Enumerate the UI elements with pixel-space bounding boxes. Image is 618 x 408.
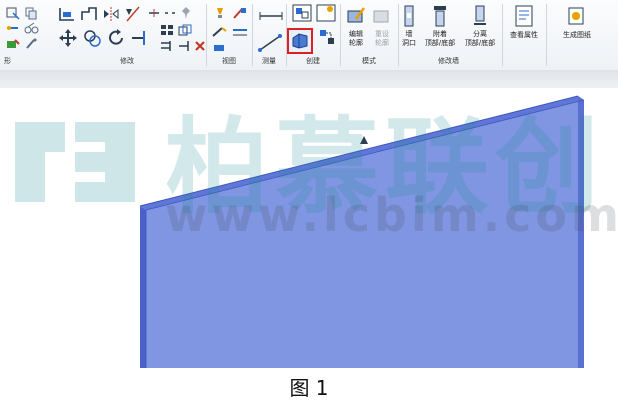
wall-opening-label[interactable]: 墙 洞口: [398, 30, 420, 48]
create-group-icon[interactable]: [292, 4, 312, 22]
edit-profile-label[interactable]: 编辑 轮廓: [344, 30, 368, 48]
attach-top-base-label[interactable]: 附着 顶部/底部: [420, 30, 460, 48]
wall-opening-icon[interactable]: [402, 5, 416, 27]
reset-profile-icon: [373, 10, 389, 23]
array-icon[interactable]: [160, 24, 174, 36]
connect-icon[interactable]: [6, 22, 20, 34]
line-style-icon[interactable]: [232, 26, 248, 38]
override-graphics-icon[interactable]: [232, 6, 248, 20]
match-icon[interactable]: [6, 38, 20, 50]
create-similar-icon[interactable]: [316, 4, 336, 22]
copy-element-icon[interactable]: [82, 28, 102, 48]
reset-profile-label: 重设 轮廓: [375, 30, 389, 47]
linework-icon[interactable]: [212, 26, 228, 38]
visibility-icon[interactable]: [212, 6, 228, 20]
copy-icon[interactable]: [24, 6, 38, 20]
detach-top-base-label[interactable]: 分离 顶部/底部: [458, 30, 502, 48]
panel-label-create: 创建: [306, 57, 320, 65]
generate-drawing-label[interactable]: 生成图纸: [552, 30, 602, 40]
hide-element-icon[interactable]: [212, 42, 228, 54]
select-icon[interactable]: [6, 6, 20, 20]
offset-icon[interactable]: [80, 6, 98, 22]
panel-label-view: 视图: [222, 57, 236, 65]
mirror-draw-icon[interactable]: [124, 6, 142, 22]
split-gap-icon[interactable]: [164, 8, 176, 18]
ribbon-toolbar: 形 修改 视图 测量 创建 编辑 轮廓 重设 轮廓 模式 墙 洞口 附着 顶部/…: [0, 0, 618, 71]
panel-label-geometry: 形: [4, 57, 11, 65]
attach-top-base-icon[interactable]: [432, 5, 448, 27]
panel-label-modify: 修改: [120, 57, 134, 65]
panel-label-mode: 模式: [362, 57, 376, 65]
move-icon[interactable]: [58, 28, 78, 48]
pin-icon[interactable]: [180, 6, 192, 20]
split-icon[interactable]: [148, 8, 160, 18]
dimension-icon[interactable]: [258, 32, 284, 52]
watermark-logo-icon: [15, 122, 135, 202]
assembly-icon[interactable]: [318, 28, 336, 50]
watermark-url: www.lcbim.com: [165, 188, 618, 242]
trim-single-icon[interactable]: [178, 40, 192, 52]
cut-icon[interactable]: [24, 22, 40, 34]
create-parts-icon[interactable]: [291, 32, 309, 50]
edit-profile-icon[interactable]: [346, 5, 366, 25]
view-properties-icon[interactable]: [514, 5, 534, 27]
rotate-icon[interactable]: [106, 28, 126, 48]
generate-drawing-icon[interactable]: [566, 5, 586, 27]
align-icon[interactable]: [58, 6, 76, 22]
trim-extend-icon[interactable]: [130, 28, 150, 48]
figure-caption: 图 1: [289, 376, 329, 400]
trim-multi-icon[interactable]: [160, 40, 174, 52]
mirror-axis-icon[interactable]: [102, 6, 120, 22]
paint-icon[interactable]: [24, 38, 38, 50]
measure-icon[interactable]: [258, 10, 284, 22]
panel-label-modify-wall: 修改墙: [438, 57, 459, 65]
scale-icon[interactable]: [178, 24, 192, 36]
view-properties-label[interactable]: 查看属性: [506, 30, 542, 40]
delete-icon[interactable]: [194, 40, 206, 52]
detach-top-base-icon[interactable]: [472, 5, 488, 27]
panel-label-measure: 测量: [262, 57, 276, 65]
